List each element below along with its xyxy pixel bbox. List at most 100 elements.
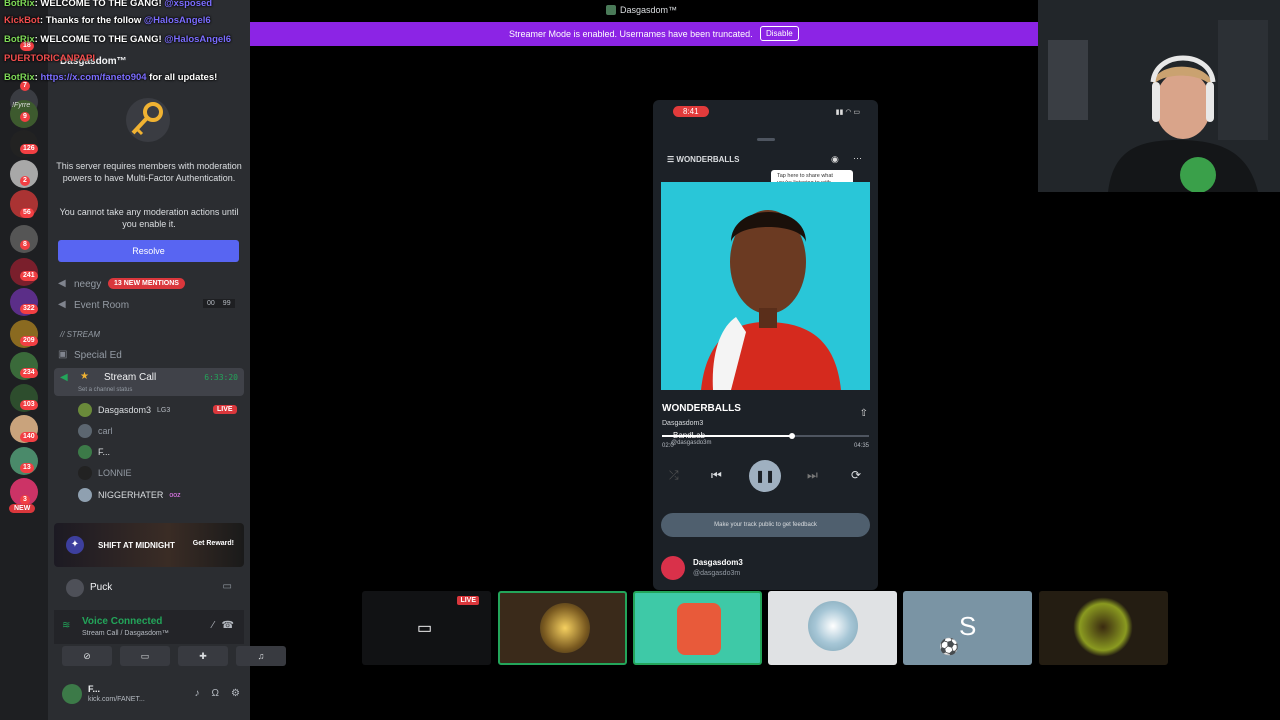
speaker-icon: ◀ [58, 278, 66, 289]
lock-icon: ▣ [58, 349, 68, 360]
speaker-icon: ◀ [60, 372, 68, 383]
brand-label: !Fyrre [12, 102, 31, 109]
voice-user[interactable]: F... [78, 444, 110, 460]
activity-puck[interactable]: Puck ▭ [54, 576, 244, 600]
reward-banner[interactable]: ✦ SHIFT AT MIDNIGHT Get Reward! [54, 523, 244, 567]
progress-knob[interactable] [789, 433, 796, 439]
avatar [661, 556, 685, 580]
counter-max: 99 [218, 299, 235, 308]
voice-status[interactable]: Voice Connected [82, 616, 162, 627]
channel-label: Event Room [74, 299, 130, 311]
participant-tile[interactable] [1039, 591, 1168, 665]
participant-tile[interactable]: S ⚽ [903, 591, 1032, 665]
list-icon: ☰ [667, 155, 677, 164]
star-icon: ★ [80, 371, 89, 382]
avatar [677, 603, 721, 655]
new-badge: NEW [9, 504, 36, 513]
previous-icon[interactable]: ⏮ [711, 468, 722, 483]
voice-user[interactable]: NIGGERHATER ooz [78, 487, 181, 503]
more-icon[interactable]: ⋯ [853, 153, 862, 164]
camera-off-button[interactable]: ⊘ [62, 646, 112, 666]
activities-button[interactable]: ✚ [178, 646, 228, 666]
title-text: Dasgasdom™ [620, 5, 678, 15]
participant-tile[interactable] [768, 591, 897, 665]
unread-badge: 56 [20, 208, 34, 218]
channel-status[interactable]: Set a channel status [78, 387, 132, 393]
channel-event-room[interactable]: ◀ Event Room [58, 297, 129, 313]
counter-current: 00 [203, 299, 219, 308]
get-reward-button[interactable]: Get Reward! [193, 540, 234, 547]
screen-share-button[interactable]: ▭ [120, 646, 170, 666]
user-name: LONNIE [98, 468, 132, 478]
gear-icon[interactable]: ⚙ [231, 688, 240, 699]
unread-badge: 234 [20, 368, 38, 378]
avatar-letter: S [959, 611, 977, 641]
user-tag: ooz [169, 491, 181, 499]
battery-icon: ▮▮ ◠ ▭ [835, 109, 860, 116]
sparkle-icon: ✦ [66, 536, 84, 554]
channel-special-ed[interactable]: ▣ Special Ed [58, 347, 122, 363]
streamer-mode-text: Streamer Mode is enabled. Usernames have… [509, 29, 753, 39]
participant-tile[interactable] [633, 591, 762, 665]
chat-link[interactable]: https://x.com/faneto904 [40, 72, 146, 83]
chat-mention: @xsposed [164, 0, 213, 9]
bandlab-watermark: BandLab [673, 431, 706, 440]
resolve-button[interactable]: Resolve [58, 240, 239, 262]
unread-badge: 2 [20, 176, 30, 186]
chat-message: BotRix: WELCOME TO THE GANG! @HalosAngel… [4, 34, 231, 45]
mic-icon[interactable]: ♪ [195, 688, 200, 699]
pause-button[interactable]: ❚❚ [749, 460, 781, 492]
unread-badge: 209 [20, 336, 38, 346]
participant-tile[interactable] [498, 591, 627, 665]
avatar [1073, 597, 1133, 657]
sheet-handle[interactable] [757, 138, 775, 141]
screen-share-icon: ▭ [417, 620, 433, 637]
voice-user[interactable]: LONNIE [78, 465, 132, 481]
soundboard-button[interactable]: ♫ [236, 646, 286, 666]
stream-screen: 18 7 9 126 2 56 8 241 322 209 234 103 14… [0, 0, 1280, 720]
user-name: carl [98, 426, 113, 436]
category-stream[interactable]: // STREAM [60, 330, 100, 339]
disconnect-icon[interactable]: ☎ [222, 620, 234, 631]
noise-suppression-icon[interactable]: ⁄ [212, 620, 214, 631]
voice-user[interactable]: Dasgasdom3 LG3 [78, 402, 170, 418]
voice-location: Stream Call / Dasgasdom™ [82, 630, 169, 637]
channel-neegy[interactable]: ◀ neegy [58, 276, 101, 292]
owner-handle: @dasgasdo3m [693, 570, 741, 577]
new-mentions-badge[interactable]: 13 NEW MENTIONS [108, 278, 185, 289]
screen-icon[interactable]: ▭ [223, 581, 232, 592]
chat-mention: @HalosAngel6 [164, 34, 232, 45]
avatar [78, 424, 92, 438]
shuffle-icon[interactable]: ⤮ [669, 468, 679, 483]
share-icon[interactable]: ⇧ [860, 408, 868, 419]
headphones-icon[interactable]: Ω [212, 688, 219, 699]
signal-icon: ≋ [62, 620, 71, 631]
phone-time: 8:41 [673, 106, 709, 117]
chat-message: BotRix: https://x.com/faneto904 for all … [4, 72, 217, 83]
avatar[interactable] [62, 684, 82, 704]
track-title: WONDERBALLS [662, 403, 741, 414]
chat-message: BotRix: WELCOME TO THE GANG! @xsposed [4, 0, 212, 9]
avatar [78, 445, 92, 459]
activity-label: Puck [90, 582, 113, 593]
unread-badge: 13 [20, 463, 34, 473]
user-tag: LG3 [157, 406, 171, 414]
disable-button[interactable]: Disable [760, 26, 799, 41]
channel-label: neegy [74, 278, 102, 290]
chat-message: PUERTORICANPAPI [4, 53, 95, 64]
track-artist[interactable]: Dasgasdom3 [662, 420, 703, 427]
channel-sidebar: Dasgasdom™ This server requires members … [48, 0, 286, 720]
channel-stream-call[interactable]: ◀ ★ Stream Call 6:33:20 Set a channel st… [54, 368, 244, 396]
playlist-header[interactable]: ☰ WONDERBALLS [667, 155, 740, 164]
voice-user[interactable]: carl [78, 423, 113, 439]
next-icon[interactable]: ⏭ [807, 468, 818, 483]
unread-badge: 126 [20, 144, 38, 154]
participant-tile[interactable]: ▭ LIVE [362, 591, 491, 665]
broadcast-icon[interactable]: ◉ [831, 154, 839, 165]
chat-text-after: for all updates! [146, 72, 218, 83]
repeat-icon[interactable]: ⟳ [851, 468, 861, 482]
streamer-mode-banner: Streamer Mode is enabled. Usernames have… [250, 22, 1038, 46]
user-name: Dasgasdom3 [98, 405, 152, 415]
make-public-button[interactable]: Make your track public to get feedback [661, 513, 870, 537]
avatar [78, 488, 92, 502]
